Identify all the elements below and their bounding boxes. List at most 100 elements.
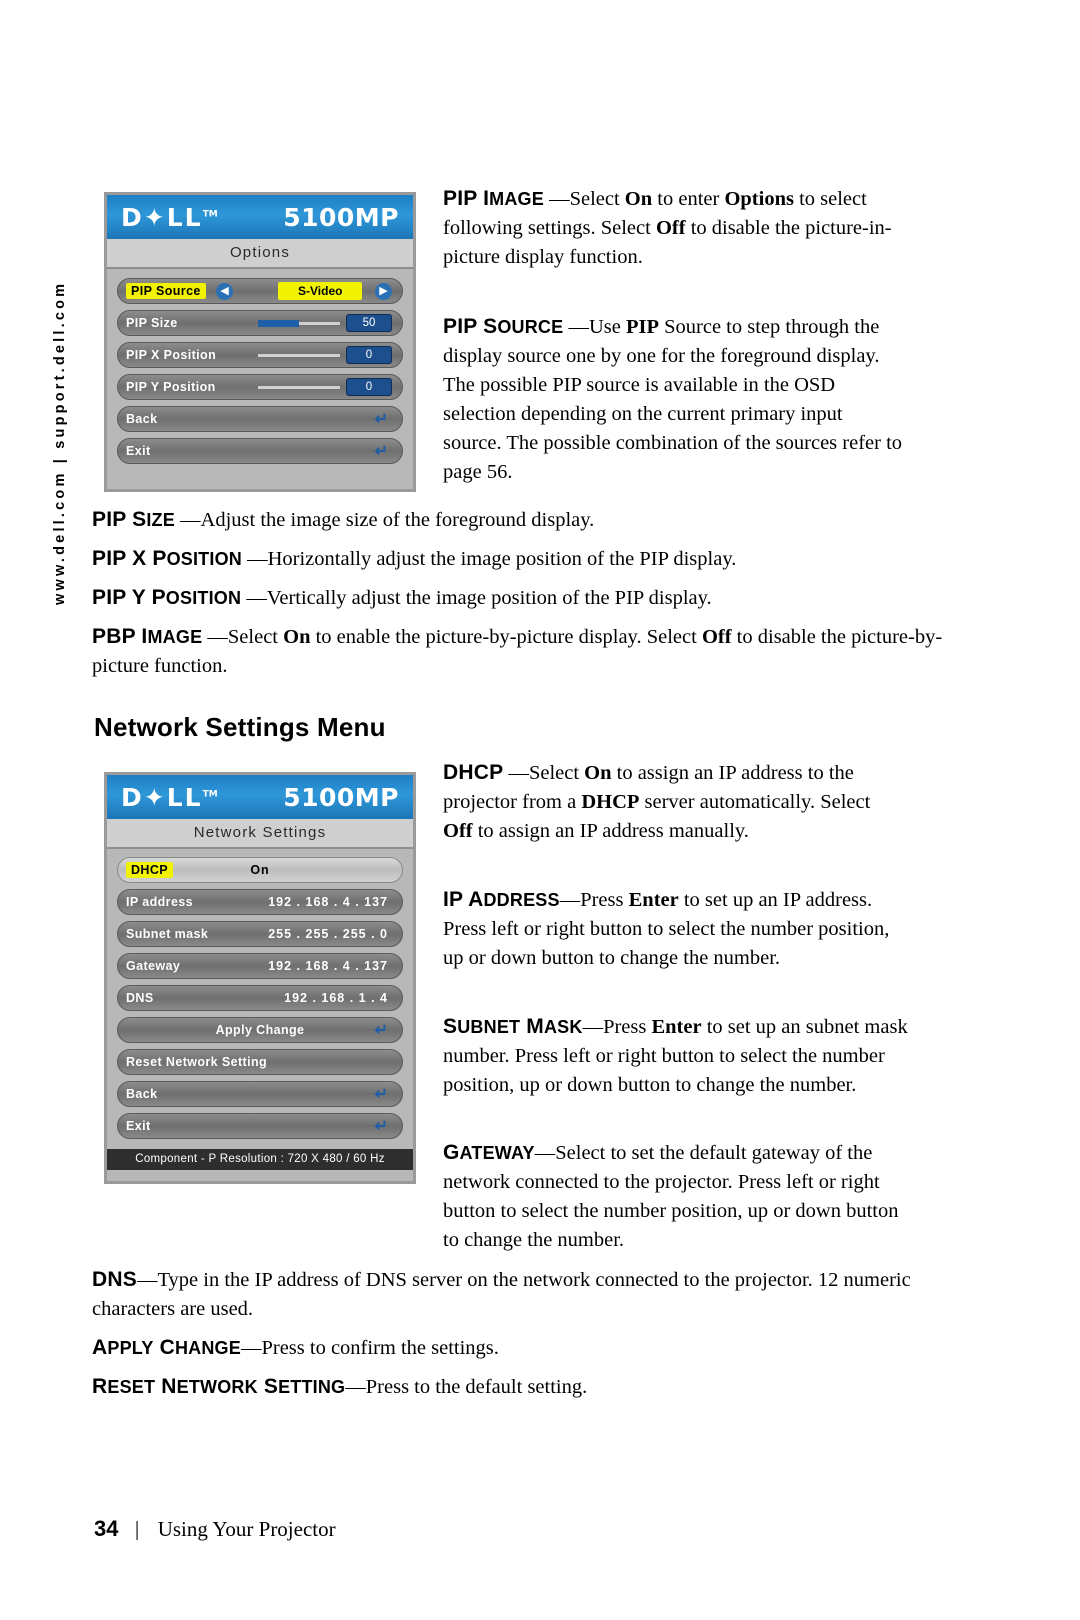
- apply-change-text1: Press to confirm the settings.: [261, 1337, 499, 1359]
- pip-size-text1: Adjust the image size of the foreground …: [200, 509, 595, 531]
- enter-icon: ↵: [374, 411, 388, 428]
- osd-row-pip-x-position[interactable]: PIP X Position 0: [117, 342, 403, 368]
- osd-row-dhcp[interactable]: DHCP On: [117, 857, 403, 883]
- term-dns: DNS: [92, 1268, 137, 1291]
- term-pip-y-position: PIP Y POSITION: [92, 586, 242, 609]
- paragraph-apply-change: APPLY CHANGE—Press to confirm the settin…: [92, 1333, 922, 1363]
- osd-network-status-bar: Component - P Resolution : 720 X 480 / 6…: [107, 1149, 413, 1170]
- pbp-image-bold1: On: [283, 626, 311, 648]
- term-pip-image: PIP IMAGE: [443, 187, 544, 210]
- term-pip-size: PIP SIZE: [92, 508, 175, 531]
- apply-change-dash: —: [240, 1337, 262, 1359]
- osd-row-pip-x-label: PIP X Position: [126, 348, 217, 362]
- dell-logo-tm: TM: [202, 789, 218, 800]
- osd-row-ip-address[interactable]: IP address 192 . 168 . 4 . 137: [117, 889, 403, 915]
- paragraph-pbp-image: PBP IMAGE —Select On to enable the pictu…: [92, 622, 962, 681]
- paragraph-pip-y-position: PIP Y POSITION —Vertically adjust the im…: [92, 583, 952, 613]
- osd-row-ip-address-label: IP address: [126, 895, 194, 909]
- osd-row-dns[interactable]: DNS 192 . 168 . 1 . 4: [117, 985, 403, 1011]
- osd-row-exit-label: Exit: [126, 444, 151, 458]
- osd-network-header: D✦LLTM 5100MP: [107, 775, 413, 819]
- dell-logo-text: D✦LL: [121, 782, 203, 812]
- pip-source-bold1: PIP: [625, 316, 659, 338]
- pip-image-text2: to enter: [652, 188, 725, 210]
- osd-row-gateway[interactable]: Gateway 192 . 168 . 4 . 137: [117, 953, 403, 979]
- paragraph-pip-size: PIP SIZE —Adjust the image size of the f…: [92, 505, 922, 535]
- osd-row-apply-change-label: Apply Change: [215, 1023, 305, 1037]
- pip-image-bold2: Options: [724, 188, 794, 210]
- osd-row-back[interactable]: Back ↵: [117, 406, 403, 432]
- term-ip-address: IP ADDRESS: [443, 888, 560, 911]
- term-dhcp: DHCP: [443, 761, 504, 784]
- dhcp-text4: to assign an IP address manually.: [472, 820, 749, 842]
- pip-y-text1: Vertically adjust the image position of …: [266, 587, 712, 609]
- osd-row-exit[interactable]: Exit ↵: [117, 1113, 403, 1139]
- osd-row-back[interactable]: Back ↵: [117, 1081, 403, 1107]
- osd-row-pip-y-value: 0: [346, 378, 392, 396]
- gateway-dash: —: [534, 1142, 556, 1164]
- paragraph-pip-image: PIP IMAGE —Select On to enter Options to…: [443, 184, 903, 272]
- enter-icon: ↵: [374, 1118, 388, 1135]
- right-arrow-icon[interactable]: ▶: [375, 282, 392, 300]
- osd-row-back-label: Back: [126, 1087, 158, 1101]
- dns-dash: —: [136, 1269, 158, 1291]
- dhcp-text3: server automatically. Select: [639, 791, 871, 813]
- osd-row-subnet-mask-value: 255 . 255 . 255 . 0: [268, 927, 388, 941]
- paragraph-dns: DNS—Type in the IP address of DNS server…: [92, 1265, 922, 1324]
- osd-row-subnet-mask[interactable]: Subnet mask 255 . 255 . 255 . 0: [117, 921, 403, 947]
- osd-row-reset-network-setting[interactable]: Reset Network Setting: [117, 1049, 403, 1075]
- osd-row-pip-size-value: 50: [346, 314, 392, 332]
- osd-row-pip-y-label: PIP Y Position: [126, 380, 216, 394]
- subnet-text1: Press: [603, 1016, 652, 1038]
- osd-row-pip-x-value: 0: [346, 346, 392, 364]
- enter-icon: ↵: [374, 1086, 388, 1103]
- osd-row-exit[interactable]: Exit ↵: [117, 438, 403, 464]
- paragraph-pip-x-position: PIP X POSITION —Horizontally adjust the …: [92, 544, 952, 574]
- osd-row-pip-source[interactable]: PIP Source ◀ S-Video ▶: [117, 278, 403, 304]
- pip-x-dash: —: [241, 548, 268, 570]
- dns-text1: Type in the IP address of DNS server on …: [92, 1269, 911, 1320]
- paragraph-pip-source: PIP SOURCE —Use PIP Source to step throu…: [443, 312, 903, 487]
- osd-row-reset-network-label: Reset Network Setting: [126, 1055, 268, 1069]
- dell-logo: D✦LLTM: [121, 783, 218, 812]
- osd-row-apply-change[interactable]: Apply Change ↵: [117, 1017, 403, 1043]
- osd-network-title: Network Settings: [107, 819, 413, 849]
- pip-y-dash: —: [241, 587, 267, 609]
- osd-row-pip-y-position[interactable]: PIP Y Position 0: [117, 374, 403, 400]
- osd-row-dhcp-label: DHCP: [126, 862, 174, 878]
- osd-row-pip-size-label: PIP Size: [126, 316, 178, 330]
- osd-row-dns-label: DNS: [126, 991, 154, 1005]
- pip-size-slider[interactable]: [258, 319, 340, 327]
- page-title: Network Settings Menu: [94, 712, 386, 742]
- pip-y-slider[interactable]: [258, 385, 340, 389]
- enter-icon: ↵: [374, 1022, 388, 1039]
- left-arrow-icon[interactable]: ◀: [216, 282, 233, 300]
- term-pip-x-position: PIP X POSITION: [92, 547, 242, 570]
- osd-row-gateway-label: Gateway: [126, 959, 181, 973]
- osd-row-back-label: Back: [126, 412, 158, 426]
- term-subnet-mask: SUBNET MASK: [443, 1015, 583, 1038]
- pbp-image-bold2: Off: [701, 626, 732, 648]
- pip-x-slider[interactable]: [258, 353, 340, 357]
- dhcp-text1: Select: [528, 762, 585, 784]
- enter-icon: ↵: [374, 443, 388, 460]
- term-gateway: GATEWAY: [443, 1141, 535, 1164]
- pip-image-text1: Select: [569, 188, 625, 210]
- dhcp-bold2: DHCP: [581, 791, 640, 813]
- dhcp-bold1: On: [584, 762, 612, 784]
- pip-size-dash: —: [174, 509, 201, 531]
- paragraph-subnet-mask: SUBNET MASK—Press Enter to set up an sub…: [443, 1012, 908, 1100]
- term-pbp-image: PBP IMAGE: [92, 625, 203, 648]
- pbp-image-text1: Select: [227, 626, 284, 648]
- osd-row-pip-size[interactable]: PIP Size 50: [117, 310, 403, 336]
- osd-row-ip-address-value: 192 . 168 . 4 . 137: [268, 895, 388, 909]
- dell-logo-tm: TM: [202, 209, 218, 220]
- side-url-label: www.dell.com | support.dell.com: [52, 280, 68, 605]
- paragraph-reset-network-setting: RESET NETWORK SETTING—Press to the defau…: [92, 1372, 922, 1402]
- osd-row-subnet-mask-label: Subnet mask: [126, 927, 209, 941]
- dhcp-dash: —: [503, 762, 529, 784]
- osd-network-rows: DHCP On IP address 192 . 168 . 4 . 137 S…: [107, 849, 413, 1149]
- ip-address-dash: —: [559, 889, 581, 911]
- pip-image-bold1: On: [624, 188, 653, 210]
- ip-address-text1: Press: [580, 889, 629, 911]
